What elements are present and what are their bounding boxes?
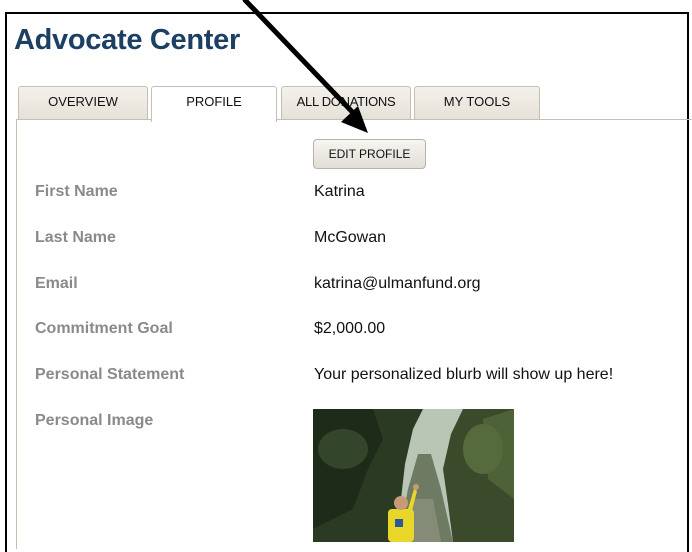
- tab-my-tools[interactable]: MY TOOLS: [414, 86, 540, 119]
- first-name-value: Katrina: [314, 183, 365, 200]
- commitment-goal-value: $2,000.00: [314, 320, 386, 337]
- email-value: katrina@ulmanfund.org: [314, 275, 481, 292]
- tab-overview[interactable]: OVERVIEW: [18, 86, 148, 119]
- edit-profile-button[interactable]: EDIT PROFILE: [313, 139, 426, 169]
- personal-statement-label: Personal Statement: [35, 366, 185, 383]
- last-name-label: Last Name: [35, 229, 116, 246]
- personal-statement-value: Your personalized blurb will show up her…: [314, 366, 614, 383]
- first-name-label: First Name: [35, 183, 118, 200]
- commitment-goal-label: Commitment Goal: [35, 320, 173, 337]
- tab-all-donations[interactable]: ALL DONATIONS: [281, 86, 411, 119]
- personal-image-photo: [313, 409, 514, 542]
- tab-profile[interactable]: PROFILE: [151, 86, 277, 122]
- page-title: Advocate Center: [14, 24, 240, 56]
- last-name-value: McGowan: [314, 229, 387, 246]
- email-label: Email: [35, 275, 78, 292]
- personal-image: [313, 409, 514, 542]
- personal-image-label: Personal Image: [35, 412, 154, 429]
